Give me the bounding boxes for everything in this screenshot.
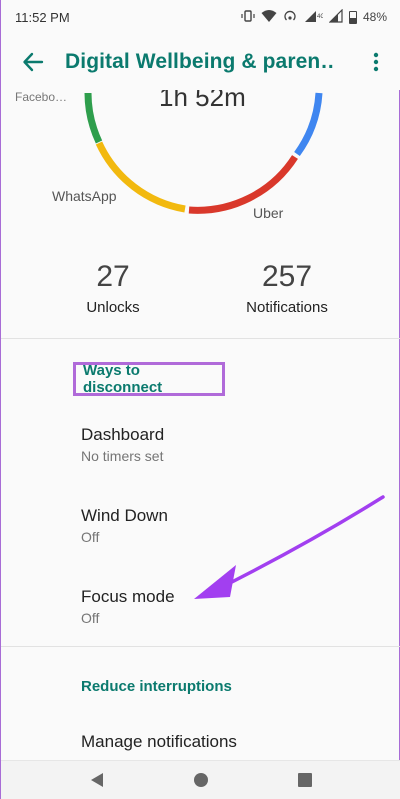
back-button[interactable]: [1, 34, 65, 90]
nav-home-icon: [194, 773, 208, 787]
system-nav-bar: [1, 760, 400, 799]
status-bar: 11:52 PM 4G 48%: [1, 0, 400, 34]
nav-home-button[interactable]: [191, 770, 211, 790]
app-bar: Digital Wellbeing & paren…: [1, 34, 400, 90]
content-scroll[interactable]: 1h 52m Facebo… WhatsApp Uber 27 Unlocks …: [1, 90, 400, 760]
ring-segment-blue: [294, 92, 323, 157]
overflow-menu-button[interactable]: [351, 34, 400, 90]
nav-back-button[interactable]: [87, 770, 107, 790]
arrow-back-icon: [23, 52, 44, 72]
unlocks-label: Unlocks: [86, 299, 140, 316]
ring-segment-green: [84, 92, 103, 144]
notifications-stat: 257 Notifications: [231, 260, 343, 316]
list-item-dashboard[interactable]: Dashboard No timers set: [81, 425, 381, 464]
dashboard-subtitle: No timers set: [81, 448, 164, 464]
svg-text:4G: 4G: [317, 14, 323, 20]
hotspot-icon: [283, 9, 297, 26]
nav-back-icon: [91, 773, 103, 787]
battery-percent: 48%: [362, 10, 387, 24]
notifications-label: Notifications: [246, 299, 328, 316]
focus-mode-subtitle: Off: [81, 610, 100, 626]
status-icons: 4G 48%: [241, 8, 387, 26]
ring-segment-red: [188, 155, 298, 214]
wifi-icon: [261, 9, 277, 26]
list-item-manage-notifications[interactable]: Manage notifications: [81, 732, 381, 752]
signal-icon: [328, 8, 343, 26]
vibrate-icon: [241, 9, 255, 26]
annotation-arrow: [194, 495, 385, 599]
section-header-interruptions: Reduce interruptions: [81, 677, 232, 695]
notifications-value: 257: [261, 260, 313, 293]
usage-total-time: 1h 52m: [159, 90, 246, 112]
divider: [1, 646, 400, 647]
status-time: 11:52 PM: [15, 9, 70, 25]
battery-icon: [348, 10, 357, 24]
ring-label-uber: Uber: [253, 205, 284, 221]
nav-recents-icon: [298, 773, 312, 787]
signal-icon: 4G: [303, 9, 325, 26]
unlocks-value: 27: [96, 260, 130, 293]
nav-recents-button[interactable]: [295, 770, 315, 790]
divider: [1, 338, 400, 339]
dashboard-title: Dashboard: [81, 425, 165, 444]
page-title: Digital Wellbeing & paren…: [65, 50, 333, 73]
manage-notifications-title: Manage notifications: [81, 732, 237, 751]
more-vert-icon: [373, 52, 379, 72]
ring-label-whatsapp: WhatsApp: [52, 188, 117, 204]
ring-label-facebook: Facebo…: [15, 90, 68, 104]
usage-chart: 1h 52m Facebo… WhatsApp Uber: [1, 90, 400, 240]
section-header-disconnect: Ways to disconnect: [73, 362, 225, 396]
unlocks-stat: 27 Unlocks: [63, 260, 163, 316]
stats-row: 27 Unlocks 257 Notifications: [1, 260, 400, 340]
